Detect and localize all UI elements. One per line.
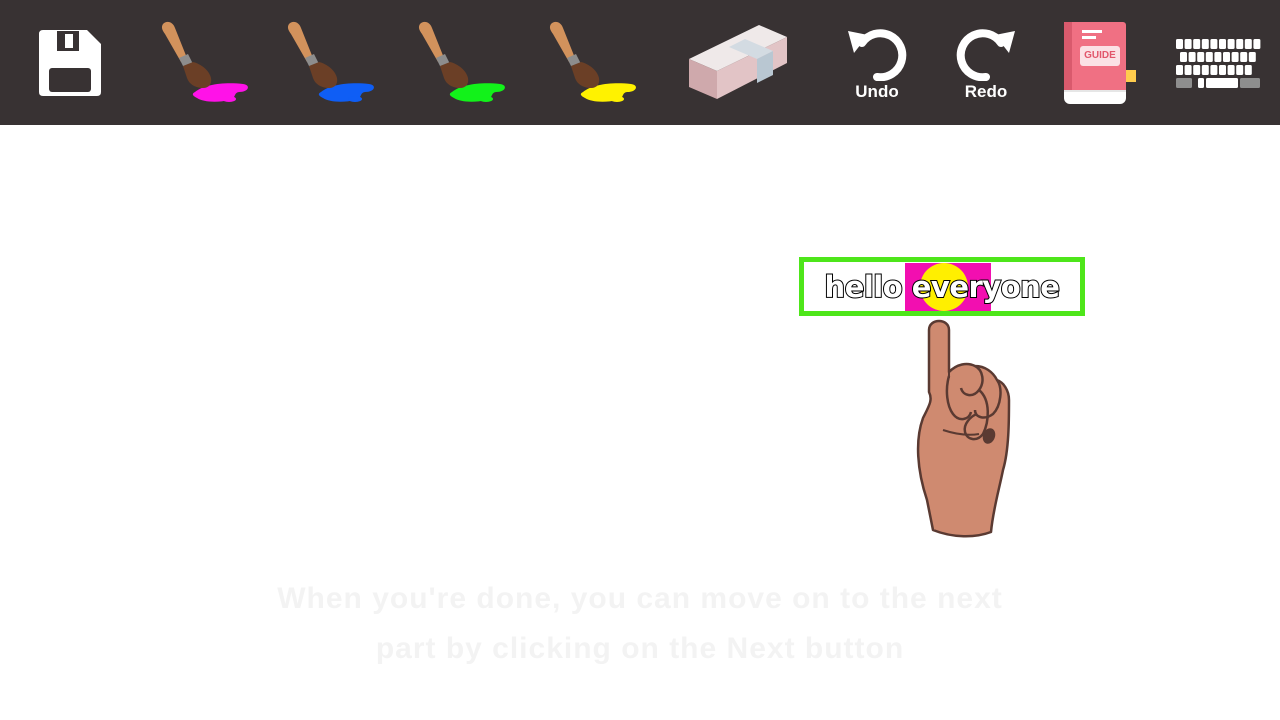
keyboard-key xyxy=(1227,64,1235,75)
keyboard-key xyxy=(1176,38,1183,49)
keyboard-key xyxy=(1206,77,1238,88)
keyboard-key xyxy=(1205,51,1213,62)
eraser-icon xyxy=(689,24,787,99)
keyboard-key xyxy=(1240,51,1248,62)
paintbrush-icon xyxy=(549,21,636,102)
paintbrush-icon xyxy=(161,21,248,102)
keyboard-key xyxy=(1176,77,1192,88)
save-button[interactable] xyxy=(30,0,110,125)
paintbrush-icon xyxy=(418,21,505,102)
keyboard-key xyxy=(1244,64,1252,75)
undo-button[interactable]: Undo xyxy=(837,0,917,125)
keyboard-key xyxy=(1193,64,1201,75)
keyboard-key xyxy=(1180,51,1187,62)
keyboard-key xyxy=(1214,51,1222,62)
guide-book-icon: GUIDE xyxy=(1062,21,1138,104)
keyboard-key xyxy=(1184,64,1192,75)
brush-green-button[interactable] xyxy=(412,0,512,125)
redo-button[interactable]: Redo xyxy=(946,0,1026,125)
floppy-disk-icon xyxy=(39,29,101,96)
keyboard-key xyxy=(1188,51,1196,62)
keyboard-key xyxy=(1201,38,1209,49)
keyboard-key xyxy=(1184,38,1192,49)
paintbrush-icon xyxy=(287,21,374,102)
keyboard-key xyxy=(1197,51,1205,62)
drawing-canvas[interactable]: When you're done, you can move on to the… xyxy=(0,125,1280,720)
hint-line-1: When you're done, you can move on to the… xyxy=(277,582,1003,615)
guide-button[interactable]: GUIDE xyxy=(1060,0,1140,125)
hint-line-2: part by clicking on the Next button xyxy=(375,632,905,665)
brush-yellow-button[interactable] xyxy=(543,0,643,125)
keyboard-key xyxy=(1227,38,1235,49)
keyboard-key xyxy=(1219,38,1226,49)
keyboard-key xyxy=(1236,38,1244,49)
keyboard-key xyxy=(1210,38,1218,49)
keyboard-button[interactable] xyxy=(1172,0,1264,125)
toolbar: Undo Redo GUIDE xyxy=(0,0,1280,125)
keyboard-key xyxy=(1219,64,1226,75)
undo-arrow-icon xyxy=(848,28,907,81)
brush-magenta-button[interactable] xyxy=(155,0,255,125)
keyboard-key xyxy=(1253,38,1261,49)
keyboard-key xyxy=(1176,64,1183,75)
keyboard-key xyxy=(1193,38,1201,49)
text-box-content[interactable]: hello everyone xyxy=(804,269,1080,305)
keyboard-key xyxy=(1223,51,1230,62)
redo-arrow-icon xyxy=(956,28,1015,81)
undo-label: Undo xyxy=(855,81,899,101)
keyboard-key xyxy=(1240,77,1260,88)
keyboard-key xyxy=(1236,64,1244,75)
pointing-hand-illustration xyxy=(905,310,1045,545)
brush-blue-button[interactable] xyxy=(281,0,381,125)
eraser-button[interactable] xyxy=(684,0,790,125)
keyboard-key xyxy=(1198,77,1204,88)
keyboard-icon xyxy=(1176,38,1261,88)
keyboard-key xyxy=(1244,38,1252,49)
guide-book-title: GUIDE xyxy=(1080,45,1120,66)
keyboard-key xyxy=(1231,51,1239,62)
redo-label: Redo xyxy=(964,81,1008,101)
text-box[interactable]: hello everyone xyxy=(799,257,1085,316)
keyboard-key xyxy=(1210,64,1218,75)
keyboard-key xyxy=(1248,51,1256,62)
keyboard-key xyxy=(1201,64,1209,75)
